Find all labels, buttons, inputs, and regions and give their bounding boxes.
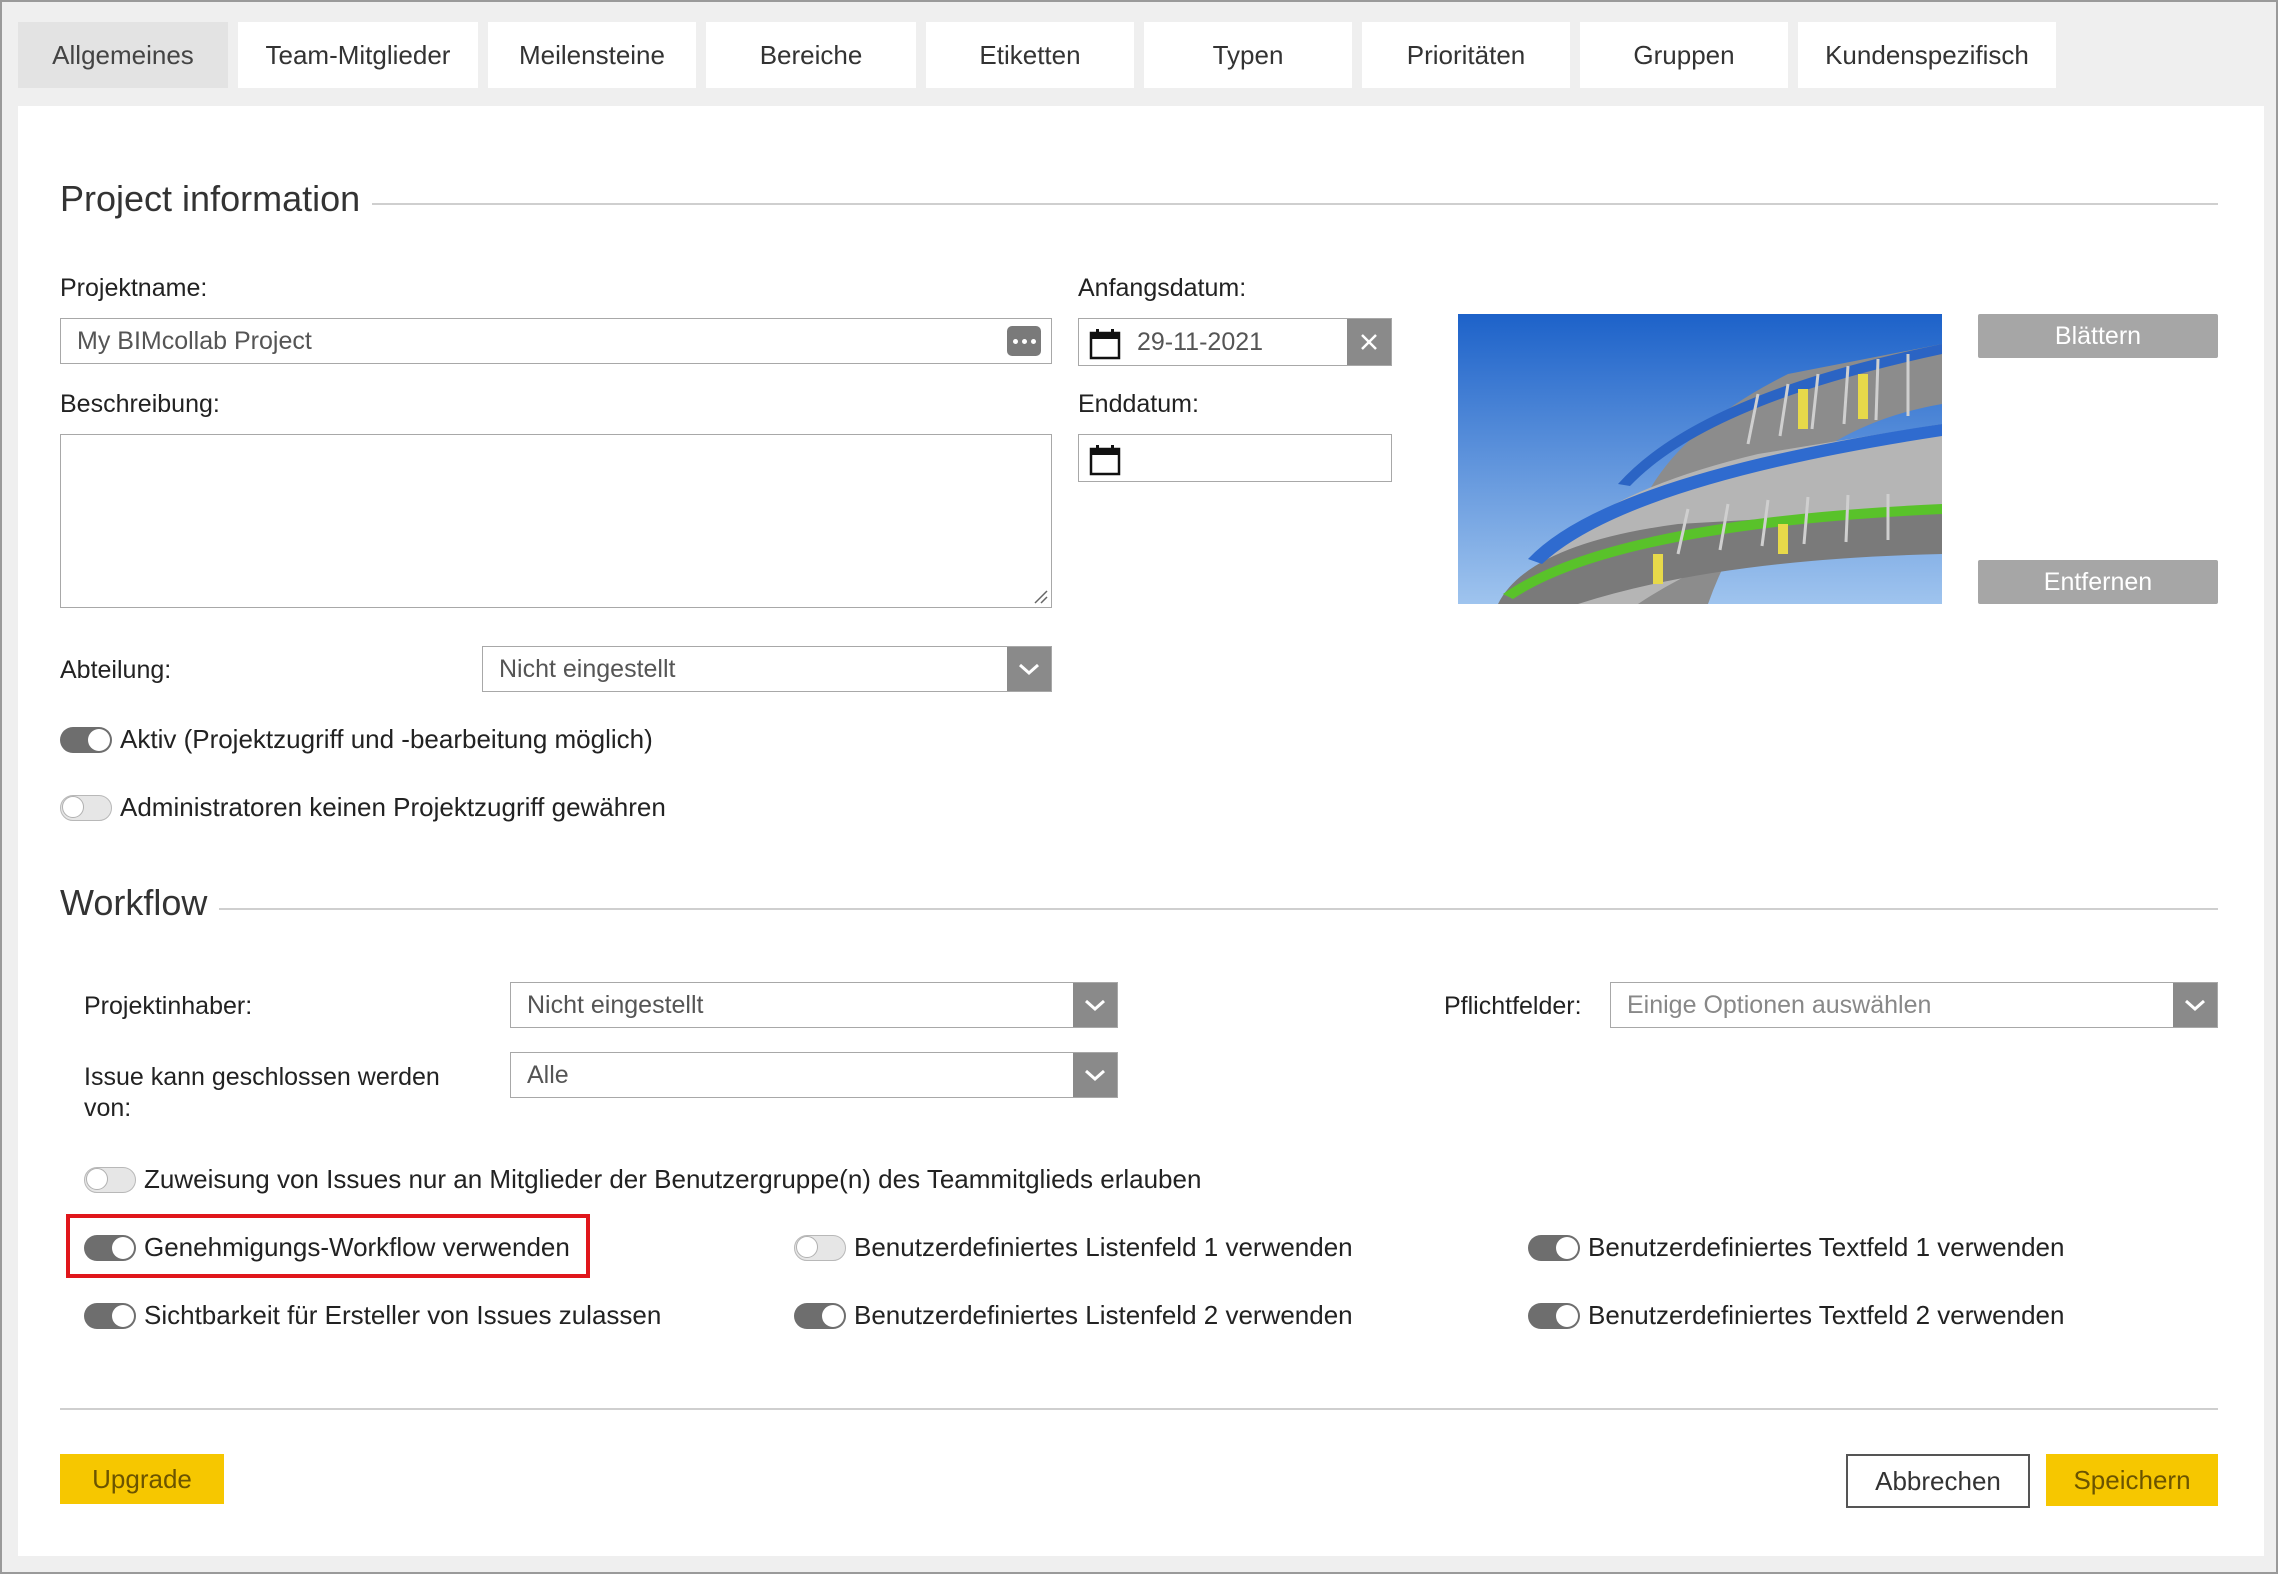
creator-visibility-label: Sichtbarkeit für Ersteller von Issues zu… [144,1300,662,1330]
start-date-value: 29-11-2021 [1137,327,1264,356]
browse-button[interactable]: Blättern [1978,314,2218,358]
save-button[interactable]: Speichern [2046,1454,2218,1506]
resize-grip-icon[interactable] [1032,588,1048,604]
assign-restriction-label: Zuweisung von Issues nur an Mitglieder d… [144,1164,1202,1194]
tab-meilensteine[interactable]: Meilensteine [488,22,696,88]
start-date-input[interactable]: 29-11-2021 [1078,318,1392,366]
project-thumbnail [1458,314,1942,604]
active-toggle-label: Aktiv (Projektzugriff und -bearbeitung m… [120,724,653,754]
close-permission-label: Issue kann geschlossen werden von: [84,1063,440,1122]
project-name-label: Projektname: [60,274,208,302]
tab-prioritaeten[interactable]: Prioritäten [1362,22,1570,88]
custom-list1-toggle[interactable] [794,1234,846,1261]
creator-visibility-toggle[interactable] [84,1302,136,1329]
general-settings-panel: Project information Projektname: My BIMc… [18,106,2264,1556]
close-permission-select[interactable]: Alle [510,1052,1118,1098]
section-divider [218,908,2218,910]
custom-list2-toggle[interactable] [794,1302,846,1329]
calendar-icon[interactable] [1089,328,1121,360]
admin-access-toggle-label: Administratoren keinen Projektzugriff ge… [120,792,666,822]
required-fields-label: Pflichtfelder: [1444,992,1582,1020]
admin-access-toggle[interactable] [60,794,112,821]
approval-workflow-label: Genehmigungs-Workflow verwenden [144,1232,570,1262]
project-name-input[interactable]: My BIMcollab Project [60,318,1052,364]
required-fields-select[interactable]: Einige Optionen auswählen [1610,982,2218,1028]
chevron-down-icon[interactable] [1073,1053,1117,1097]
window-frame: Allgemeines Team-Mitglieder Meilensteine… [0,0,2278,1574]
end-date-label: Enddatum: [1078,390,1199,418]
tab-kundenspezifisch[interactable]: Kundenspezifisch [1798,22,2056,88]
active-toggle[interactable] [60,726,112,753]
custom-list2-label: Benutzerdefiniertes Listenfeld 2 verwend… [854,1300,1353,1330]
owner-value: Nicht eingestellt [527,990,704,1019]
tab-bar: Allgemeines Team-Mitglieder Meilensteine… [18,22,2056,88]
owner-select[interactable]: Nicht eingestellt [510,982,1118,1028]
chevron-down-icon[interactable] [1007,647,1051,691]
custom-text1-toggle[interactable] [1528,1234,1580,1261]
cancel-button[interactable]: Abbrechen [1846,1454,2030,1508]
chevron-down-icon[interactable] [2173,983,2217,1027]
toggle-row-text2[interactable]: Benutzerdefiniertes Textfeld 2 verwenden [1528,1300,2064,1331]
close-permission-value: Alle [527,1060,569,1089]
section-title-project-information: Project information [60,178,373,220]
building-image [1458,314,1942,604]
more-options-icon[interactable] [1007,326,1041,356]
custom-text2-toggle[interactable] [1528,1302,1580,1329]
tab-team-mitglieder[interactable]: Team-Mitglieder [238,22,478,88]
tab-allgemeines[interactable]: Allgemeines [18,22,228,88]
tab-typen[interactable]: Typen [1144,22,1352,88]
chevron-down-icon[interactable] [1073,983,1117,1027]
toggle-row-assign[interactable]: Zuweisung von Issues nur an Mitglieder d… [84,1164,1201,1195]
approval-workflow-toggle[interactable] [84,1234,136,1261]
toggle-row-admin[interactable]: Administratoren keinen Projektzugriff ge… [60,792,666,823]
description-label: Beschreibung: [60,390,220,418]
toggle-row-list2[interactable]: Benutzerdefiniertes Listenfeld 2 verwend… [794,1300,1353,1331]
description-textarea[interactable] [60,434,1052,608]
required-fields-placeholder: Einige Optionen auswählen [1627,990,1932,1019]
toggle-row-active[interactable]: Aktiv (Projektzugriff und -bearbeitung m… [60,724,653,755]
project-name-value: My BIMcollab Project [77,326,312,355]
custom-text1-label: Benutzerdefiniertes Textfeld 1 verwenden [1588,1232,2065,1262]
upgrade-button[interactable]: Upgrade [60,1454,224,1504]
toggle-row-text1[interactable]: Benutzerdefiniertes Textfeld 1 verwenden [1528,1232,2064,1263]
department-select[interactable]: Nicht eingestellt [482,646,1052,692]
toggle-row-list1[interactable]: Benutzerdefiniertes Listenfeld 1 verwend… [794,1232,1353,1263]
toggle-row-visibility[interactable]: Sichtbarkeit für Ersteller von Issues zu… [84,1300,661,1331]
remove-button[interactable]: Entfernen [1978,560,2218,604]
department-value: Nicht eingestellt [499,654,676,683]
start-date-label: Anfangsdatum: [1078,274,1247,302]
calendar-icon[interactable] [1089,444,1121,476]
clear-date-button[interactable] [1347,319,1391,365]
section-divider [358,203,2218,205]
owner-label: Projektinhaber: [84,992,253,1020]
tab-bereiche[interactable]: Bereiche [706,22,916,88]
department-label: Abteilung: [60,656,172,684]
footer-divider [60,1408,2218,1410]
tab-gruppen[interactable]: Gruppen [1580,22,1788,88]
custom-text2-label: Benutzerdefiniertes Textfeld 2 verwenden [1588,1300,2065,1330]
toggle-row-approval[interactable]: Genehmigungs-Workflow verwenden [84,1232,570,1263]
tab-etiketten[interactable]: Etiketten [926,22,1134,88]
close-icon [1361,334,1377,350]
end-date-input[interactable] [1078,434,1392,482]
assign-restriction-toggle[interactable] [84,1166,136,1193]
section-title-workflow: Workflow [60,882,220,924]
custom-list1-label: Benutzerdefiniertes Listenfeld 1 verwend… [854,1232,1353,1262]
